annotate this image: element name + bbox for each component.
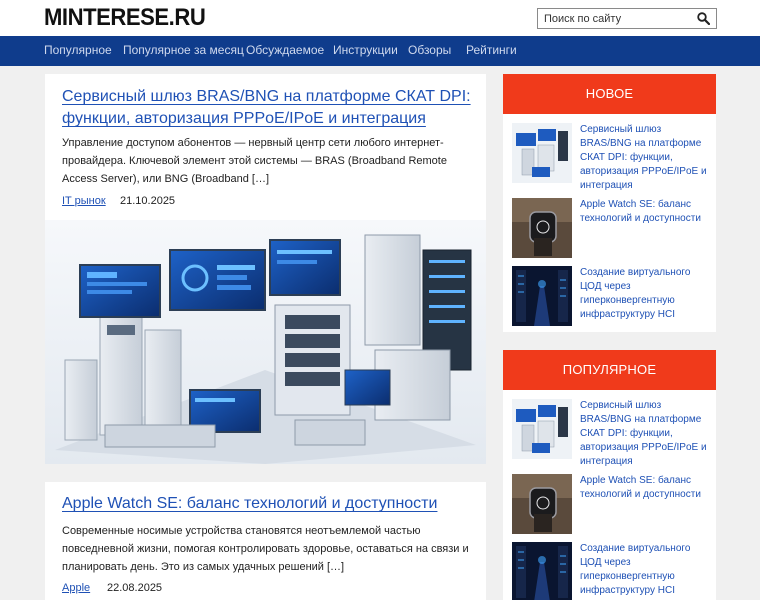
post-date: 21.10.2025 bbox=[120, 195, 176, 207]
main-nav: Популярное Популярное за месяц Обсуждаем… bbox=[0, 36, 760, 66]
search-icon[interactable] bbox=[697, 12, 710, 25]
nav-item-popular[interactable]: Популярное bbox=[44, 43, 112, 57]
thumbnail-datacenter[interactable] bbox=[512, 542, 572, 600]
sidebar-item-link[interactable]: Создание виртуального ЦОД через гиперкон… bbox=[580, 542, 710, 598]
header: MINTERESE.RU bbox=[0, 0, 760, 36]
thumbnail-watch[interactable] bbox=[512, 198, 572, 258]
thumbnail-datacenter[interactable] bbox=[512, 266, 572, 326]
post-category-link[interactable]: IT рынок bbox=[62, 195, 106, 207]
sidebar-item: Apple Watch SE: баланс технологий и дост… bbox=[512, 474, 708, 534]
sidebar-item-link[interactable]: Создание виртуального ЦОД через гиперкон… bbox=[580, 266, 710, 322]
post-card: Сервисный шлюз BRAS/BNG на платформе СКА… bbox=[45, 74, 486, 464]
nav-item-instructions[interactable]: Инструкции bbox=[333, 43, 398, 57]
post-category-link[interactable]: Apple bbox=[62, 582, 90, 594]
post-excerpt: Управление доступом абонентов — нервный … bbox=[62, 137, 447, 185]
thumbnail-servers[interactable] bbox=[512, 123, 572, 183]
post-date: 22.08.2025 bbox=[107, 582, 163, 594]
sidebar-item: Сервисный шлюз BRAS/BNG на платформе СКА… bbox=[512, 399, 708, 467]
nav-item-discussed[interactable]: Обсуждаемое bbox=[246, 43, 324, 57]
post-title[interactable]: Сервисный шлюз BRAS/BNG на платформе СКА… bbox=[62, 86, 472, 130]
sidebar-item-link[interactable]: Apple Watch SE: баланс технологий и дост… bbox=[580, 474, 710, 502]
sidebar-widget-popular: ПОПУЛЯРНОЕ Сервисный шлюз BRAS/BNG на пл… bbox=[503, 350, 716, 600]
sidebar-item-link[interactable]: Сервисный шлюз BRAS/BNG на платформе СКА… bbox=[580, 123, 710, 193]
widget-heading: НОВОЕ bbox=[503, 74, 716, 114]
post-excerpt: Современные носимые устройства становятс… bbox=[62, 525, 469, 573]
sidebar-item-link[interactable]: Сервисный шлюз BRAS/BNG на платформе СКА… bbox=[580, 399, 710, 469]
sidebar-item: Apple Watch SE: баланс технологий и дост… bbox=[512, 198, 708, 258]
search-box bbox=[537, 8, 717, 29]
thumbnail-watch[interactable] bbox=[512, 474, 572, 534]
sidebar-item: Создание виртуального ЦОД через гиперкон… bbox=[512, 542, 708, 600]
widget-heading: ПОПУЛЯРНОЕ bbox=[503, 350, 716, 390]
site-logo[interactable]: MINTERESE.RU bbox=[44, 5, 206, 31]
nav-item-ratings[interactable]: Рейтинги bbox=[466, 43, 517, 57]
post-image-servers[interactable] bbox=[45, 220, 486, 464]
post-card: Apple Watch SE: баланс технологий и дост… bbox=[45, 482, 486, 600]
thumbnail-servers[interactable] bbox=[512, 399, 572, 459]
post-title[interactable]: Apple Watch SE: баланс технологий и дост… bbox=[62, 493, 472, 515]
nav-item-reviews[interactable]: Обзоры bbox=[408, 43, 451, 57]
search-input[interactable] bbox=[538, 9, 688, 29]
sidebar-item-link[interactable]: Apple Watch SE: баланс технологий и дост… bbox=[580, 198, 710, 226]
sidebar-widget-new: НОВОЕ Сервисный шлюз BRAS/BNG на платфор… bbox=[503, 74, 716, 332]
sidebar-item: Сервисный шлюз BRAS/BNG на платформе СКА… bbox=[512, 123, 708, 191]
sidebar-item: Создание виртуального ЦОД через гиперкон… bbox=[512, 266, 708, 326]
nav-item-popular-month[interactable]: Популярное за месяц bbox=[123, 43, 244, 57]
